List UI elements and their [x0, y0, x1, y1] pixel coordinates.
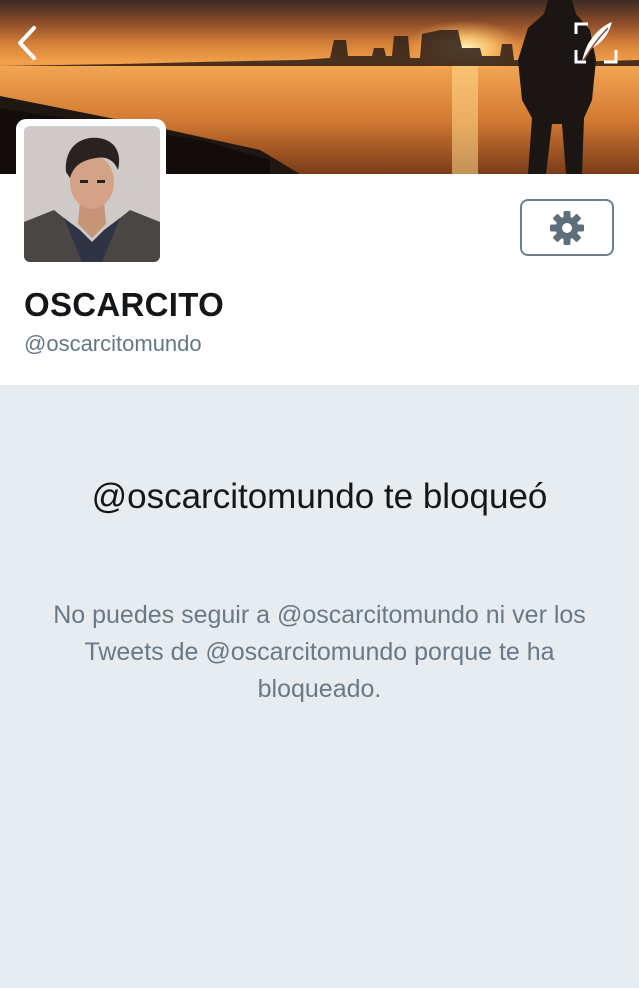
chevron-left-icon	[18, 26, 36, 60]
blocked-notice: @oscarcitomundo te bloqueó No puedes seg…	[0, 385, 639, 988]
profile-screen: OSCARCITO @oscarcitomundo @oscarcitomund…	[0, 0, 639, 988]
blocked-title: @oscarcitomundo te bloqueó	[91, 477, 548, 516]
display-name: OSCARCITO	[24, 286, 225, 323]
back-button[interactable]	[10, 22, 44, 64]
avatar[interactable]	[24, 126, 160, 262]
settings-button[interactable]	[520, 199, 614, 256]
username-handle: @oscarcitomundo	[24, 331, 202, 356]
gear-icon	[550, 210, 584, 245]
compose-tweet-button[interactable]	[572, 20, 620, 66]
compose-tweet-icon	[574, 22, 618, 64]
blocked-description: No puedes seguir a @oscarcitomundo ni ve…	[53, 601, 586, 703]
profile-photo	[24, 126, 160, 262]
